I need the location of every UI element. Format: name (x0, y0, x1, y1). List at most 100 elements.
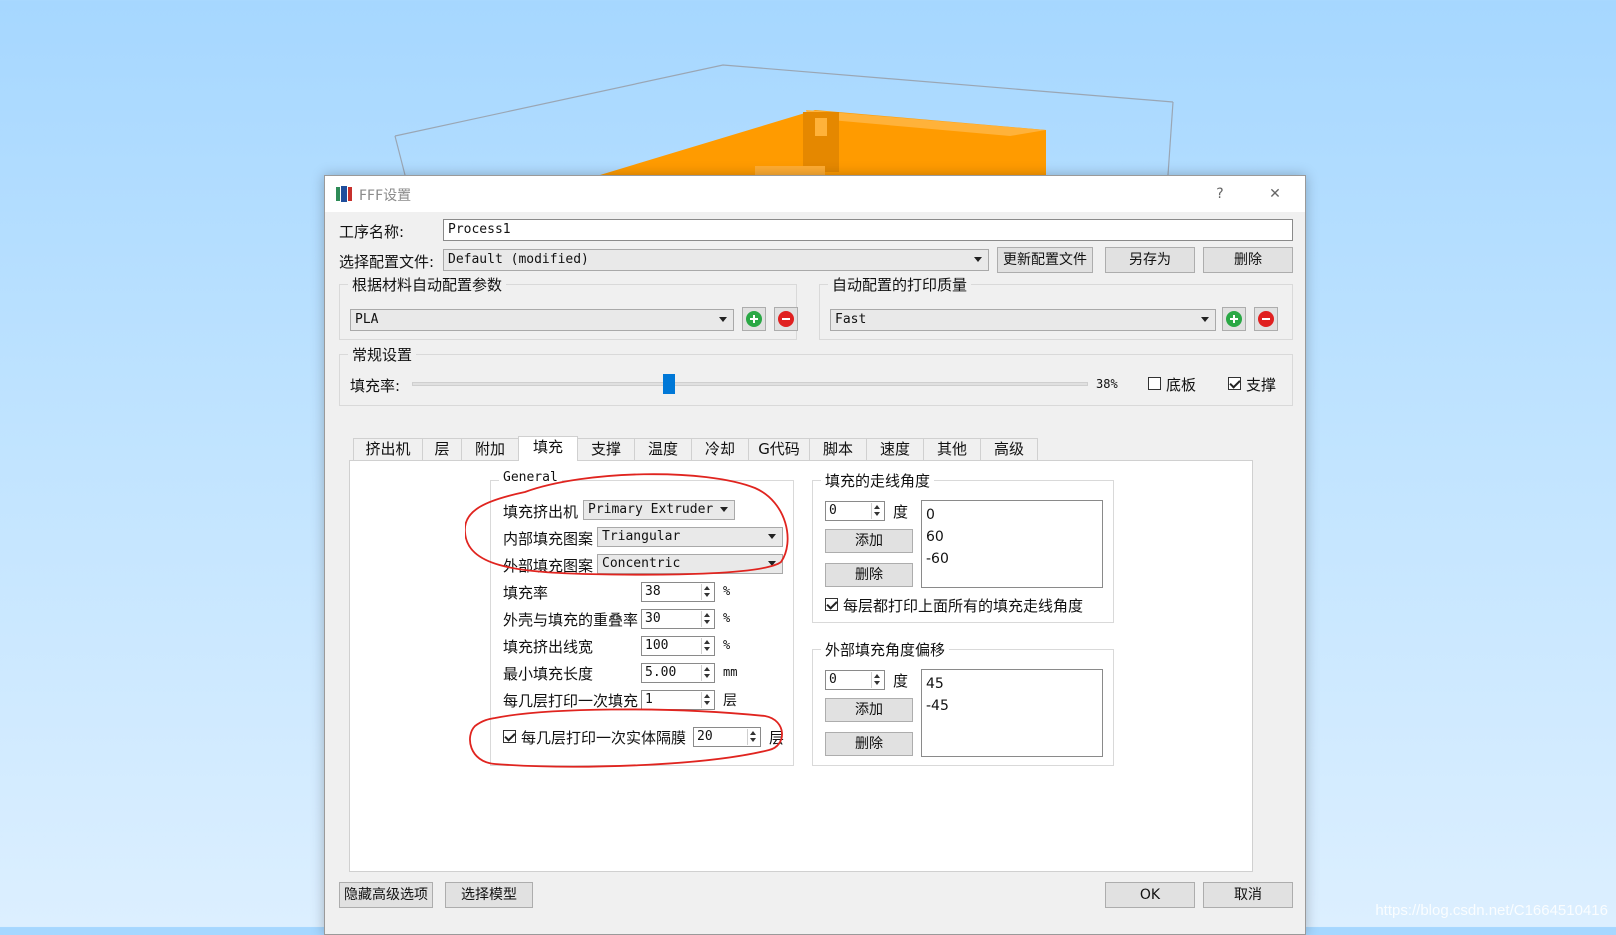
raft-checkbox[interactable] (1148, 377, 1161, 390)
infill-row-value: 100 (645, 638, 669, 653)
infill-row-unit: % (723, 638, 731, 652)
infill-angles-title: 填充的走线角度 (821, 470, 935, 491)
print-all-angles-checkbox[interactable] (825, 598, 838, 611)
tab-6[interactable]: 冷却 (691, 438, 749, 460)
infill-row-spin[interactable]: 100 (641, 636, 715, 656)
list-item[interactable]: -45 (926, 695, 1098, 717)
solid-diaphragm-spin[interactable]: 20 (693, 727, 761, 747)
infill-row-spin[interactable]: 30 (641, 609, 715, 629)
tab-11[interactable]: 高级 (980, 438, 1038, 460)
tab-10[interactable]: 其他 (923, 438, 981, 460)
update-profile-button[interactable]: 更新配置文件 (997, 247, 1093, 273)
infill-tab-panel: General 填充挤出机 Primary Extruder 内部填充图案 Tr… (349, 460, 1253, 872)
tab-7[interactable]: G代码 (748, 438, 810, 460)
select-model-button[interactable]: 选择模型 (445, 882, 533, 908)
angle-list[interactable]: 0 60 -60 (921, 500, 1103, 588)
infill-row-value: 38 (645, 584, 661, 599)
spin-arrows-icon[interactable] (701, 692, 713, 708)
quality-group-title: 自动配置的打印质量 (828, 274, 972, 295)
infill-row-label: 每几层打印一次填充 (503, 692, 639, 710)
infill-row-value: 1 (645, 692, 653, 707)
profile-label: 选择配置文件: (339, 253, 435, 271)
list-item[interactable]: 60 (926, 526, 1098, 548)
tab-3[interactable]: 填充 (518, 436, 578, 461)
quality-select[interactable]: Fast (830, 309, 1216, 331)
tab-4[interactable]: 支撑 (577, 438, 635, 460)
spin-arrows-icon[interactable] (701, 584, 713, 600)
quality-group: 自动配置的打印质量 Fast (819, 274, 1293, 340)
chevron-down-icon (719, 317, 727, 322)
angle-unit: 度 (893, 503, 909, 521)
spin-arrows-icon[interactable] (871, 503, 883, 519)
infill-row-spin[interactable]: 38 (641, 582, 715, 602)
save-as-button[interactable]: 另存为 (1105, 247, 1195, 273)
solid-diaphragm-label: 每几层打印一次实体隔膜 (521, 729, 687, 747)
offset-spin-value: 0 (829, 672, 837, 687)
help-button[interactable]: ? (1205, 182, 1235, 206)
infill-row-spin[interactable]: 1 (641, 690, 715, 710)
delete-angle-button[interactable]: 删除 (825, 563, 913, 587)
infill-row-unit: mm (723, 665, 738, 679)
offset-spin[interactable]: 0 (825, 670, 885, 690)
close-button[interactable]: ✕ (1260, 182, 1290, 206)
infill-slider-track[interactable] (412, 382, 1088, 386)
offset-list[interactable]: 45 -45 (921, 669, 1103, 757)
list-item[interactable]: 0 (926, 504, 1098, 526)
support-checkbox[interactable] (1228, 377, 1241, 390)
spin-arrows-icon[interactable] (871, 672, 883, 688)
infill-general-title: General (499, 470, 562, 485)
infill-angles-group: 填充的走线角度 0 度 添加 删除 0 60 -60 每层都打印上面所有的填充走线角… (812, 470, 1114, 623)
watermark: https://blog.csdn.net/C1664510416 (1375, 902, 1608, 919)
add-quality-button[interactable] (1222, 307, 1246, 331)
infill-row-label: 最小填充长度 (503, 665, 594, 683)
spin-arrows-icon[interactable] (747, 729, 759, 745)
hide-advanced-button[interactable]: 隐藏高级选项 (339, 882, 433, 908)
delete-offset-button[interactable]: 删除 (825, 732, 913, 756)
remove-quality-button[interactable] (1254, 307, 1278, 331)
material-group-title: 根据材料自动配置参数 (348, 274, 507, 295)
chevron-down-icon (768, 561, 776, 566)
tab-1[interactable]: 层 (422, 438, 462, 460)
tab-8[interactable]: 脚本 (809, 438, 867, 460)
exterior-pattern-select[interactable]: Concentric (597, 554, 783, 574)
angle-spin[interactable]: 0 (825, 501, 885, 521)
infill-slider-thumb[interactable] (662, 374, 675, 394)
tab-0[interactable]: 挤出机 (353, 438, 423, 460)
infill-row-value: 5.00 (645, 665, 677, 680)
profile-select-value: Default (modified) (448, 252, 589, 267)
infill-row-unit: 层 (723, 693, 737, 709)
process-name-label: 工序名称: (339, 223, 405, 241)
infill-row-spin[interactable]: 5.00 (641, 663, 715, 683)
add-angle-button[interactable]: 添加 (825, 529, 913, 553)
remove-material-button[interactable] (774, 307, 798, 331)
list-item[interactable]: -60 (926, 548, 1098, 570)
solid-diaphragm-checkbox[interactable] (503, 730, 516, 743)
infill-row-label: 填充挤出线宽 (503, 638, 594, 656)
chevron-down-icon (974, 257, 982, 262)
delete-profile-button[interactable]: 删除 (1203, 247, 1293, 273)
profile-select[interactable]: Default (modified) (443, 249, 989, 271)
tab-9[interactable]: 速度 (866, 438, 924, 460)
solid-diaphragm-unit: 层 (769, 729, 785, 747)
interior-pattern-select[interactable]: Triangular (597, 527, 783, 547)
ok-button[interactable]: OK (1105, 882, 1195, 908)
add-material-button[interactable] (742, 307, 766, 331)
app-logo-icon (336, 186, 352, 202)
list-item[interactable]: 45 (926, 673, 1098, 695)
print-all-angles-label: 每层都打印上面所有的填充走线角度 (843, 597, 1084, 615)
tab-5[interactable]: 温度 (634, 438, 692, 460)
spin-arrows-icon[interactable] (701, 638, 713, 654)
add-offset-button[interactable]: 添加 (825, 698, 913, 722)
spin-arrows-icon[interactable] (701, 665, 713, 681)
material-select[interactable]: PLA (350, 309, 734, 331)
process-name-input[interactable]: Process1 (443, 219, 1293, 241)
infill-row-unit: % (723, 611, 731, 625)
interior-pattern-label: 内部填充图案 (503, 530, 594, 548)
infill-extruder-label: 填充挤出机 (503, 503, 579, 521)
spin-arrows-icon[interactable] (701, 611, 713, 627)
infill-extruder-select[interactable]: Primary Extruder (583, 500, 735, 520)
general-settings-group: 常规设置 填充率: 38% 底板 支撑 (339, 344, 1293, 406)
support-label: 支撑 (1246, 376, 1277, 394)
cancel-button[interactable]: 取消 (1203, 882, 1293, 908)
tab-2[interactable]: 附加 (461, 438, 519, 460)
